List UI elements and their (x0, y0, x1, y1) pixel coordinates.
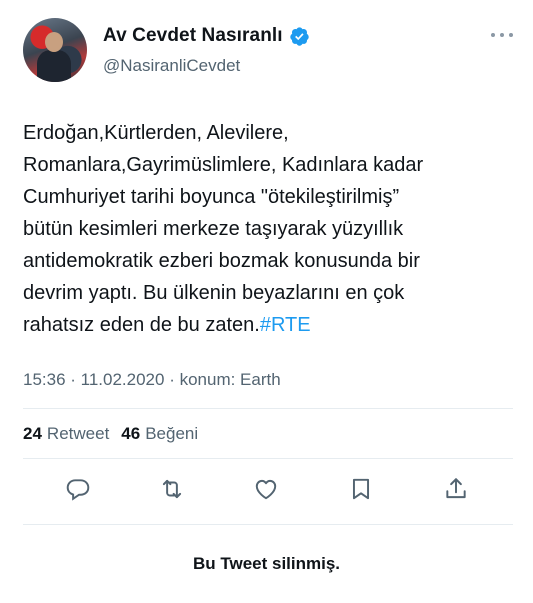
author-display-name[interactable]: Av Cevdet Nasıranlı (103, 25, 283, 47)
like-icon[interactable] (253, 476, 279, 502)
tweet-text-last-line: rahatsız eden de bu zaten.#RTE (23, 309, 513, 341)
tweet-text: Erdoğan,Kürtlerden, Alevilere, Romanlara… (23, 117, 513, 341)
share-icon[interactable] (443, 476, 469, 502)
tweet-text-fragment: rahatsız eden de bu zaten. (23, 314, 260, 336)
tweet-stats: 24 Retweet 46 Beğeni (23, 424, 210, 444)
more-dot (500, 33, 504, 37)
tweet-meta[interactable]: 15:36 · 11.02.2020 · konum: Earth (23, 370, 281, 390)
tweet-text-line: Cumhuriyet tarihi boyunca "ötekileştiril… (23, 186, 400, 208)
tweet-text-line: antidemokratik ezberi bozmak konusunda b… (23, 250, 420, 272)
reply-icon[interactable] (65, 476, 91, 502)
retweets-count[interactable]: 24 (23, 424, 42, 444)
name-row: Av Cevdet Nasıranlı (103, 25, 310, 47)
tweet-text-line: devrim yaptı. Bu ülkenin beyazlarını en … (23, 282, 405, 304)
likes-count[interactable]: 46 (121, 424, 140, 444)
deleted-notice: Bu Tweet silinmiş. (192, 554, 341, 573)
hashtag-link[interactable]: #RTE (260, 314, 311, 336)
avatar[interactable] (23, 18, 87, 82)
more-dot (491, 33, 495, 37)
divider (23, 458, 513, 459)
likes-label[interactable]: Beğeni (145, 424, 198, 444)
tweet-header: Av Cevdet Nasıranlı @NasiranliCevdet (23, 18, 513, 88)
avatar-figure-face (45, 32, 63, 52)
tweet-text-line: Erdoğan,Kürtlerden, Alevilere, (23, 122, 289, 144)
more-options-icon[interactable] (491, 26, 513, 44)
retweets-label[interactable]: Retweet (47, 424, 109, 444)
tweet-text-line: bütün kesimleri merkeze taşıyarak yüzyıl… (23, 218, 404, 240)
author-handle[interactable]: @NasiranliCevdet (103, 56, 240, 76)
avatar-figure-body (37, 50, 71, 82)
tweet-text-line: Romanlara,Gayrimüslimlere, Kadınlara kad… (23, 154, 424, 176)
divider (23, 408, 513, 409)
more-dot (509, 33, 513, 37)
tweet-card: Av Cevdet Nasıranlı @NasiranliCevdet Erd… (0, 0, 533, 603)
bookmark-icon[interactable] (348, 476, 374, 502)
tweet-actions (23, 466, 513, 510)
divider (23, 524, 513, 525)
verified-badge-icon (289, 26, 309, 46)
retweet-icon[interactable] (159, 476, 185, 502)
